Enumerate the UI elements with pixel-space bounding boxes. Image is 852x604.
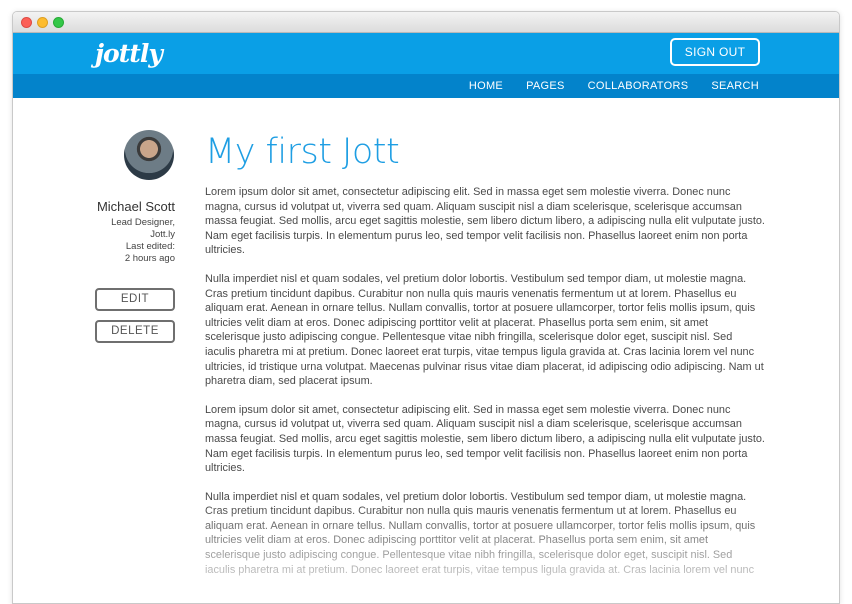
nav-item-home[interactable]: HOME bbox=[469, 74, 503, 98]
zoom-window-icon[interactable] bbox=[53, 17, 64, 28]
last-edited-label: Last edited: bbox=[125, 241, 175, 252]
window-titlebar bbox=[13, 12, 839, 33]
document-paragraph: Lorem ipsum dolor sit amet, consectetur … bbox=[205, 186, 765, 257]
document-paragraph: Nulla imperdiet nisl et quam sodales, ve… bbox=[205, 272, 764, 388]
author-avatar bbox=[124, 130, 174, 180]
edit-button[interactable]: EDIT bbox=[95, 288, 175, 311]
sign-out-button[interactable]: SIGN OUT bbox=[670, 38, 760, 66]
document-paragraph: Nulla imperdiet nisl et quam sodales, ve… bbox=[205, 490, 756, 576]
main-nav: HOME PAGES COLLABORATORS SEARCH bbox=[446, 74, 759, 98]
minimize-window-icon[interactable] bbox=[37, 17, 48, 28]
author-meta: Lead Designer, Jott.ly Last edited: 2 ho… bbox=[111, 217, 175, 265]
jottly-logo[interactable]: jottly bbox=[95, 39, 163, 68]
document-paragraph: Lorem ipsum dolor sit amet, consectetur … bbox=[205, 403, 765, 475]
author-company: Jott.ly bbox=[150, 229, 175, 240]
app-header: jottly SIGN OUT bbox=[13, 33, 839, 74]
browser-window: jottly SIGN OUT HOME PAGES COLLABORATORS… bbox=[12, 11, 840, 604]
nav-item-search[interactable]: SEARCH bbox=[711, 74, 759, 98]
close-window-icon[interactable] bbox=[21, 17, 32, 28]
document-body: My first Jott Lorem ipsum dolor sit amet… bbox=[205, 132, 765, 577]
author-name: Michael Scott bbox=[96, 199, 175, 214]
nav-item-pages[interactable]: PAGES bbox=[526, 74, 565, 98]
author-role: Lead Designer, bbox=[111, 217, 175, 228]
document-title: My first Jott bbox=[205, 132, 400, 172]
last-edited-time: 2 hours ago bbox=[124, 253, 175, 264]
main-nav-bar: HOME PAGES COLLABORATORS SEARCH bbox=[13, 74, 839, 98]
nav-item-collaborators[interactable]: COLLABORATORS bbox=[588, 74, 689, 98]
delete-button[interactable]: DELETE bbox=[95, 320, 175, 343]
